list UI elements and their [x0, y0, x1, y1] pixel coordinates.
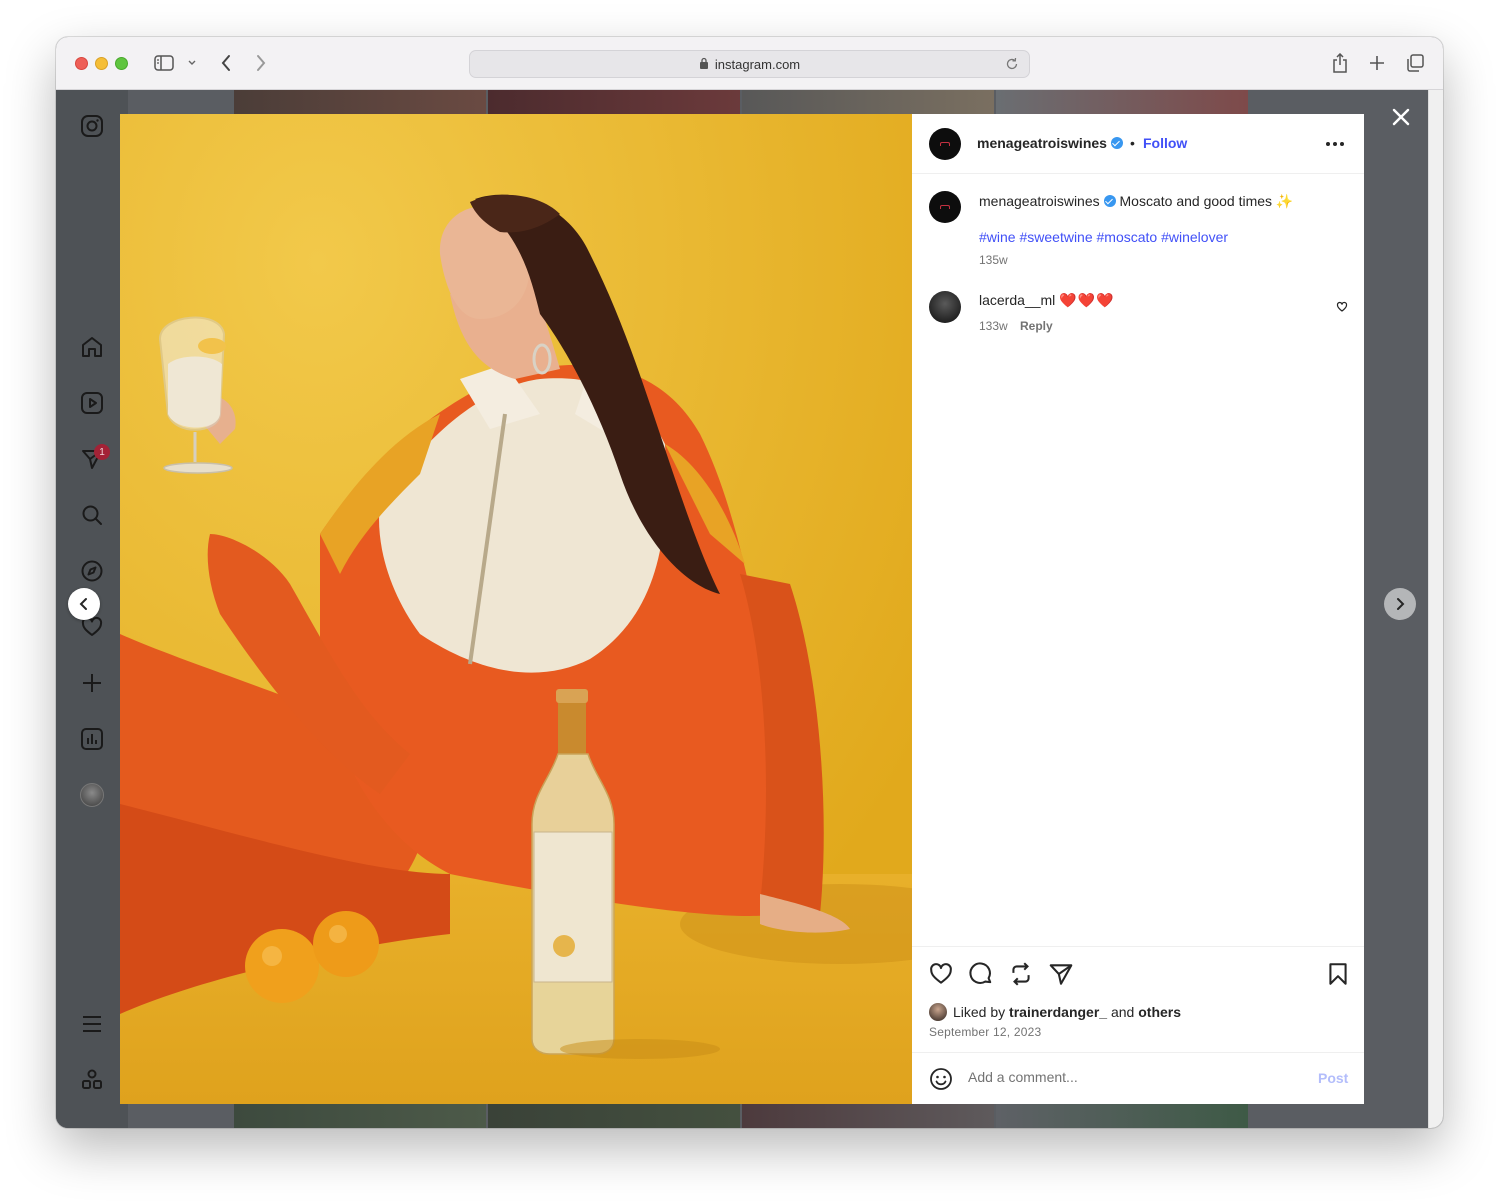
forward-icon[interactable] [251, 51, 271, 75]
instagram-logo-icon[interactable] [78, 112, 106, 140]
comment-text: ❤️❤️❤️ [1059, 292, 1115, 308]
header-username-text[interactable]: menageatroiswines [977, 135, 1107, 151]
verified-badge-icon [1103, 195, 1116, 207]
reels-icon[interactable] [78, 389, 106, 417]
caption: menageatroiswines Moscato and good times… [979, 193, 1293, 210]
comment-bar: Post [912, 1052, 1364, 1104]
insights-icon[interactable] [78, 725, 106, 753]
like-icon[interactable] [928, 961, 954, 987]
likes-others[interactable]: others [1138, 1004, 1181, 1020]
likes-middle: and [1110, 1004, 1135, 1020]
lock-icon [699, 57, 709, 72]
sidebar-toggle-icon[interactable] [152, 51, 176, 75]
post-header: menageatroiswines • Follow [912, 114, 1364, 174]
chevron-right-icon [1397, 598, 1405, 610]
header-username[interactable]: menageatroiswines [977, 135, 1123, 151]
new-tab-icon[interactable] [1367, 51, 1387, 75]
url-text: instagram.com [714, 56, 801, 72]
reload-icon[interactable] [1005, 57, 1019, 74]
search-icon[interactable] [78, 501, 106, 529]
notification-badge: 1 [94, 444, 110, 460]
comment-time: 133w [979, 319, 1008, 333]
caption-username[interactable]: menageatroiswines [979, 193, 1100, 209]
explore-icon[interactable] [78, 557, 106, 585]
liker-avatar[interactable] [929, 1003, 947, 1021]
repost-icon[interactable] [1008, 961, 1034, 987]
also-from-meta-icon[interactable] [78, 1066, 106, 1094]
caption-avatar[interactable] [929, 191, 961, 223]
address-bar[interactable]: instagram.com [469, 50, 1030, 78]
reply-button[interactable]: Reply [1020, 319, 1053, 333]
page-scrollbar[interactable] [1428, 90, 1443, 1128]
comment: lacerda__ml ❤️❤️❤️ [979, 292, 1115, 309]
share-icon[interactable] [1330, 51, 1350, 75]
instagram-page: 1 menageatroiswines • Follow menageatroi… [56, 90, 1428, 1128]
comment-like-icon[interactable] [1336, 300, 1348, 318]
browser-window: instagram.com 1 menageatroiswines • Foll… [56, 37, 1443, 1128]
save-bookmark-icon[interactable] [1325, 961, 1351, 987]
caption-time: 135w [979, 253, 1008, 267]
grid-tile [488, 90, 740, 114]
minimize-window-button[interactable] [95, 57, 108, 70]
tab-overview-icon[interactable] [1404, 51, 1426, 75]
comment-username[interactable]: lacerda__ml [979, 292, 1055, 308]
chevron-left-icon [79, 598, 87, 610]
comment-icon[interactable] [968, 961, 994, 987]
back-icon[interactable] [216, 51, 236, 75]
grid-tile [742, 90, 994, 114]
grid-tile [234, 90, 486, 114]
chevron-down-icon[interactable] [185, 51, 199, 75]
post-comment-button[interactable]: Post [1318, 1070, 1348, 1086]
likes-summary: Liked by trainerdanger_ and others [929, 1003, 1181, 1021]
share-post-icon[interactable] [1048, 961, 1074, 987]
liker-username[interactable]: trainerdanger_ [1009, 1004, 1107, 1020]
create-plus-icon[interactable] [78, 669, 106, 697]
home-icon[interactable] [78, 333, 106, 361]
zoom-window-button[interactable] [115, 57, 128, 70]
grid-tile [488, 1104, 740, 1128]
grid-tile [996, 90, 1248, 114]
grid-tile [234, 1104, 486, 1128]
account-avatar[interactable] [929, 128, 961, 160]
comment-input[interactable] [968, 1069, 1298, 1085]
emoji-icon[interactable] [929, 1067, 953, 1096]
commenter-avatar[interactable] [929, 291, 961, 323]
verified-badge-icon [1110, 137, 1123, 149]
profile-avatar[interactable] [80, 783, 104, 807]
likes-prefix: Liked by [953, 1004, 1006, 1020]
menu-icon[interactable] [78, 1010, 106, 1038]
more-options-icon[interactable] [1326, 136, 1348, 152]
post-actions: Liked by trainerdanger_ and others Septe… [912, 946, 1364, 1052]
browser-toolbar: instagram.com [56, 37, 1443, 90]
previous-post-button[interactable] [68, 588, 100, 620]
next-post-button[interactable] [1384, 588, 1416, 620]
close-icon[interactable] [1389, 105, 1413, 129]
post-date: September 12, 2023 [929, 1025, 1042, 1039]
close-window-button[interactable] [75, 57, 88, 70]
caption-hashtags[interactable]: #wine #sweetwine #moscato #winelover [979, 229, 1228, 245]
caption-text: Moscato and good times ✨ [1119, 193, 1294, 209]
grid-tile [742, 1104, 994, 1128]
grid-tile [996, 1104, 1248, 1128]
header-separator: • [1130, 135, 1135, 151]
post-image[interactable] [120, 114, 912, 1104]
post-details-panel: menageatroiswines • Follow menageatroisw… [912, 114, 1364, 1104]
follow-button[interactable]: Follow [1143, 135, 1187, 151]
